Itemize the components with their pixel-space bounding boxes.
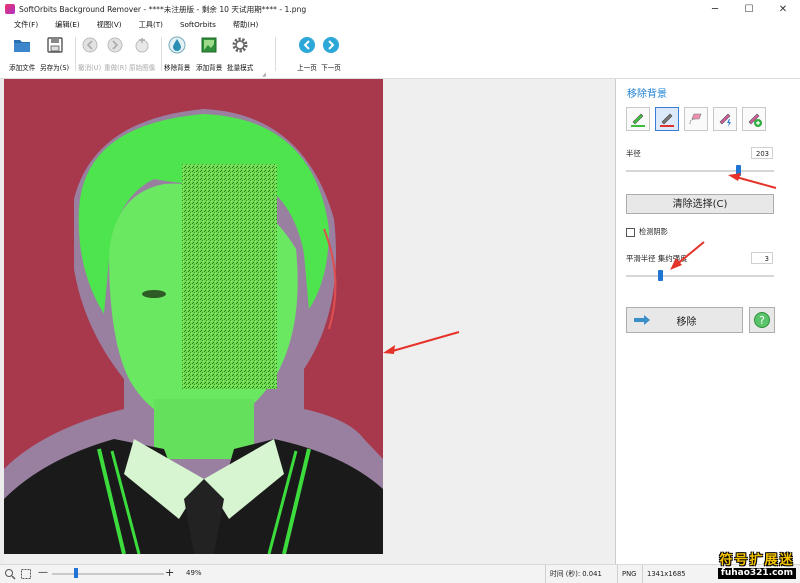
radius-slider-track[interactable] bbox=[626, 170, 774, 172]
image-format: PNG bbox=[617, 565, 642, 583]
toolbar-separator bbox=[275, 37, 276, 71]
zoom-in-button[interactable]: + bbox=[165, 566, 174, 579]
toolbar-separator bbox=[161, 37, 162, 71]
add-background-button[interactable]: 添加背景 bbox=[196, 34, 222, 74]
menu-tools[interactable]: 工具(T) bbox=[129, 20, 170, 30]
previous-page-button[interactable]: 上一页 bbox=[297, 34, 317, 74]
add-marker-button[interactable] bbox=[742, 107, 766, 131]
processing-time: 时间 (秒): 0.041 bbox=[545, 565, 617, 583]
status-bar: — + 49% 时间 (秒): 0.041 PNG 1341x1685 bbox=[0, 564, 800, 583]
menu-help[interactable]: 帮助(H) bbox=[223, 20, 265, 30]
detect-shadow-row[interactable]: 检测阴影 bbox=[626, 227, 668, 237]
window-title: SoftOrbits Background Remover - ****未注册版… bbox=[19, 4, 307, 14]
menu-edit[interactable]: 编辑(E) bbox=[45, 20, 87, 30]
zoom-slider-thumb[interactable] bbox=[74, 568, 78, 578]
radius-label: 半径 bbox=[626, 149, 641, 158]
eraser-button[interactable] bbox=[684, 107, 708, 131]
menu-softorbits[interactable]: SoftOrbits bbox=[170, 20, 223, 29]
auto-marker-button[interactable] bbox=[713, 107, 737, 131]
zoom-out-button[interactable]: — bbox=[38, 567, 48, 578]
batch-mode-button[interactable]: 批量模式 bbox=[227, 34, 253, 74]
toolbar-separator bbox=[75, 37, 76, 71]
detect-shadow-checkbox[interactable] bbox=[626, 227, 635, 237]
menu-file[interactable]: 文件(F) bbox=[0, 20, 45, 30]
redo-icon bbox=[107, 37, 123, 53]
smooth-slider-track[interactable] bbox=[626, 275, 774, 277]
arrow-left-icon bbox=[299, 37, 315, 53]
undo-button[interactable]: 撤消(U) bbox=[78, 34, 101, 74]
detect-shadow-label: 检测阴影 bbox=[639, 227, 668, 236]
zoom-level: 49% bbox=[186, 569, 202, 577]
help-icon: ? bbox=[754, 312, 770, 328]
minimize-button[interactable]: ─ bbox=[698, 0, 732, 18]
maximize-button[interactable]: ☐ bbox=[732, 0, 766, 18]
app-icon bbox=[5, 4, 15, 14]
smooth-value-input[interactable]: 3 bbox=[751, 252, 773, 264]
remove-button[interactable]: 移除 bbox=[626, 307, 743, 333]
arrow-right-icon bbox=[634, 315, 650, 325]
menu-bar: 文件(F) 编辑(E) 视图(V) 工具(T) SoftOrbits 帮助(H) bbox=[0, 18, 800, 31]
foreground-marker-button[interactable] bbox=[626, 107, 650, 131]
undo-icon bbox=[82, 37, 98, 53]
save-as-button[interactable]: 另存为(S) bbox=[40, 34, 69, 74]
green-marker-icon bbox=[631, 113, 645, 127]
window-controls: ─ ☐ ✕ bbox=[698, 0, 800, 18]
annotation-arrow bbox=[383, 331, 460, 354]
annotation-arrow bbox=[670, 241, 705, 270]
remove-background-panel: 移除背景 半径 203 清除选择(C) 检测阴影 平滑半径 集约强度 3 移除 … bbox=[615, 79, 800, 564]
remove-background-button[interactable]: 移除背景 bbox=[164, 34, 190, 74]
photo-preview[interactable] bbox=[4, 79, 383, 554]
picture-icon bbox=[201, 37, 217, 53]
folder-icon bbox=[14, 40, 31, 52]
panel-title: 移除背景 bbox=[627, 89, 667, 100]
image-size: 1341x1685 bbox=[642, 565, 700, 583]
next-page-button[interactable]: 下一页 bbox=[321, 34, 341, 74]
zoom-slider-track[interactable] bbox=[52, 573, 164, 575]
close-button[interactable]: ✕ bbox=[766, 0, 800, 18]
brush-tools bbox=[626, 107, 766, 131]
site-watermark: 符号扩展迷 fuhao321.com bbox=[717, 553, 796, 579]
lightning-marker-icon bbox=[719, 113, 731, 127]
clear-selection-button[interactable]: 清除选择(C) bbox=[626, 194, 774, 214]
redo-button[interactable]: 重做(R) bbox=[104, 34, 127, 74]
title-bar: SoftOrbits Background Remover - ****未注册版… bbox=[0, 0, 800, 19]
drop-icon bbox=[168, 36, 186, 54]
gear-icon bbox=[232, 37, 248, 53]
zoom-fit-icon[interactable] bbox=[4, 568, 16, 580]
help-button[interactable]: ? bbox=[749, 307, 775, 333]
svg-text:?: ? bbox=[759, 314, 765, 327]
plus-marker-icon bbox=[748, 113, 762, 127]
annotation-arrow bbox=[728, 173, 777, 189]
save-icon bbox=[46, 37, 63, 53]
menu-view[interactable]: 视图(V) bbox=[87, 20, 129, 30]
red-marker-icon bbox=[660, 113, 674, 127]
original-image-icon bbox=[135, 38, 149, 53]
eraser-icon bbox=[689, 113, 702, 125]
radius-value-input[interactable]: 203 bbox=[751, 147, 773, 159]
image-canvas[interactable] bbox=[0, 79, 612, 564]
toolbar: 添加文件 另存为(S) 撤消(U) 重做(R) 原始图像 移除背景 添加背景 批… bbox=[0, 31, 800, 79]
toolbar-group-marker: ◢ bbox=[262, 72, 266, 78]
actual-size-icon[interactable] bbox=[20, 568, 32, 580]
smooth-slider-thumb[interactable] bbox=[657, 270, 663, 281]
background-marker-button[interactable] bbox=[655, 107, 679, 131]
arrow-right-icon bbox=[323, 37, 339, 53]
add-file-button[interactable]: 添加文件 bbox=[9, 34, 35, 74]
portrait-image bbox=[4, 79, 383, 554]
original-image-button[interactable]: 原始图像 bbox=[129, 34, 155, 74]
